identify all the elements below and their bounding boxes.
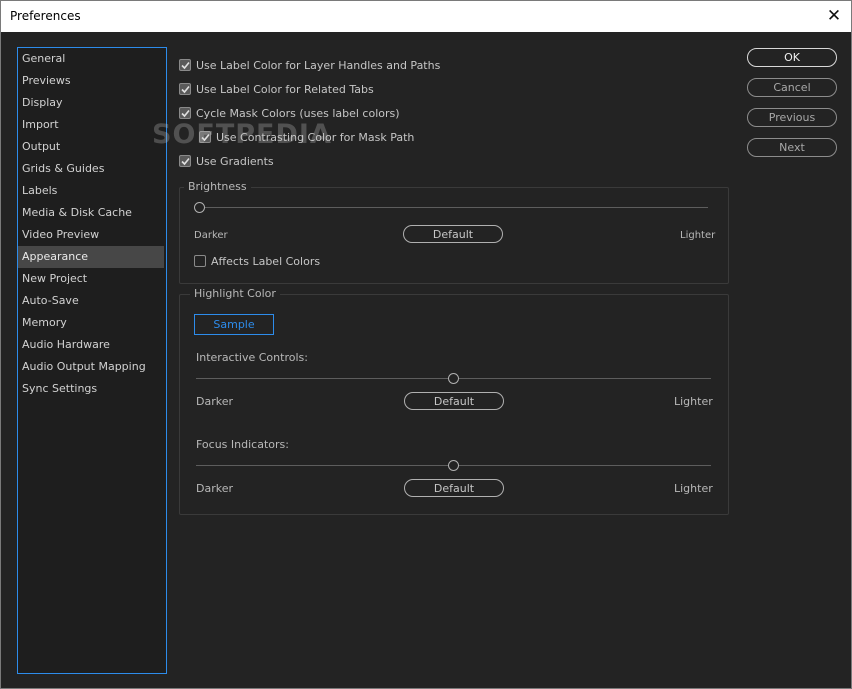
focus-indicators-label: Focus Indicators: <box>196 438 289 451</box>
checkbox-checked-icon <box>179 155 191 167</box>
sidebar-item-audio-hardware[interactable]: Audio Hardware <box>18 334 164 356</box>
ok-button[interactable]: OK <box>747 48 837 67</box>
checkbox-label: Use Label Color for Related Tabs <box>196 83 374 96</box>
sidebar-item-output[interactable]: Output <box>18 136 164 158</box>
sidebar-item-sync-settings[interactable]: Sync Settings <box>18 378 164 400</box>
brightness-slider-track[interactable] <box>200 207 708 208</box>
checkbox-checked-icon <box>179 107 191 119</box>
sidebar-item-labels[interactable]: Labels <box>18 180 164 202</box>
preferences-window: Preferences ✕ General Previews Display I… <box>0 0 852 689</box>
checkbox-checked-icon <box>179 59 191 71</box>
interactive-controls-slider-thumb[interactable] <box>447 373 459 384</box>
checkbox-checked-icon <box>179 83 191 95</box>
brightness-default-button[interactable]: Default <box>403 225 503 243</box>
brightness-lighter-label: Lighter <box>680 230 716 241</box>
sidebar-item-previews[interactable]: Previews <box>18 70 164 92</box>
sidebar-item-media-disk-cache[interactable]: Media & Disk Cache <box>18 202 164 224</box>
sidebar-item-grids-guides[interactable]: Grids & Guides <box>18 158 164 180</box>
sidebar-item-memory[interactable]: Memory <box>18 312 164 334</box>
interactive-darker-label: Darker <box>196 395 234 408</box>
sidebar-item-general[interactable]: General <box>18 48 164 70</box>
next-button[interactable]: Next <box>747 138 837 157</box>
checkbox-label: Affects Label Colors <box>211 255 321 268</box>
close-icon[interactable]: ✕ <box>823 5 845 27</box>
brightness-slider-thumb[interactable] <box>194 202 205 213</box>
title-bar: Preferences ✕ <box>1 1 851 32</box>
sidebar-item-import[interactable]: Import <box>18 114 164 136</box>
category-list: General Previews Display Import Output G… <box>17 47 167 674</box>
focus-indicators-slider-thumb[interactable] <box>447 460 459 471</box>
sidebar-item-auto-save[interactable]: Auto-Save <box>18 290 164 312</box>
interactive-default-button[interactable]: Default <box>404 392 504 410</box>
sidebar-item-audio-output-mapping[interactable]: Audio Output Mapping <box>18 356 164 378</box>
brightness-darker-label: Darker <box>194 230 228 241</box>
checkbox-unchecked-icon <box>194 255 206 267</box>
interactive-lighter-label: Lighter <box>674 395 713 408</box>
sample-swatch[interactable]: Sample <box>194 314 274 335</box>
brightness-group-title: Brightness <box>184 180 251 193</box>
highlight-group-title: Highlight Color <box>190 287 280 300</box>
dialog-content: General Previews Display Import Output G… <box>1 32 851 688</box>
previous-button[interactable]: Previous <box>747 108 837 127</box>
focus-lighter-label: Lighter <box>674 482 713 495</box>
sidebar-item-appearance[interactable]: Appearance <box>18 246 164 268</box>
window-title: Preferences <box>10 9 81 23</box>
interactive-controls-label: Interactive Controls: <box>196 351 308 364</box>
checkbox-label: Use Gradients <box>196 155 274 168</box>
sidebar-item-new-project[interactable]: New Project <box>18 268 164 290</box>
focus-darker-label: Darker <box>196 482 234 495</box>
checkbox-label: Use Label Color for Layer Handles and Pa… <box>196 59 441 72</box>
cancel-button[interactable]: Cancel <box>747 78 837 97</box>
sidebar-item-video-preview[interactable]: Video Preview <box>18 224 164 246</box>
sidebar-item-display[interactable]: Display <box>18 92 164 114</box>
focus-default-button[interactable]: Default <box>404 479 504 497</box>
softpedia-watermark: SOFTPEDIA <box>152 119 332 150</box>
